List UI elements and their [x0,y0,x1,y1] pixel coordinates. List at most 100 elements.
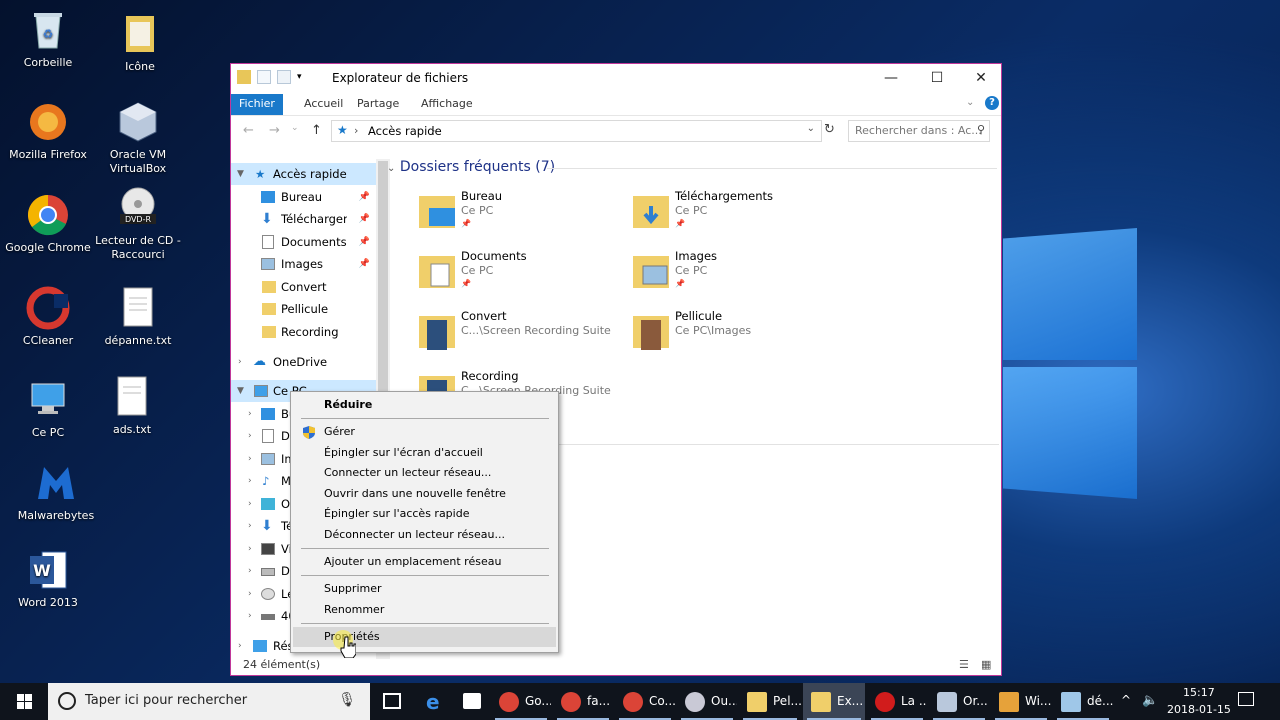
taskbar-app-outlook[interactable]: Ou... [677,683,737,720]
nav-onedrive[interactable]: › ☁ OneDrive [231,351,376,373]
nav-item-pellicule[interactable]: Pellicule [231,298,376,320]
folder-name: Images [675,249,718,263]
new-folder-icon[interactable] [277,70,291,84]
back-icon[interactable]: ← [243,123,254,138]
desktop-icon-depanne-txt[interactable]: dépanne.txt [92,286,184,348]
star-icon: ★ [337,123,348,137]
forward-icon[interactable]: → [269,123,280,138]
desktop-icon-word[interactable]: W Word 2013 [2,548,94,610]
folder-tile-pellicule[interactable]: Pellicule Ce PC\Images [633,309,847,365]
help-icon[interactable]: ? [985,96,999,110]
start-button[interactable] [0,683,48,720]
folder-tile-documents[interactable]: Documents Ce PC 📌 [419,249,633,305]
menu-item-add-network-location[interactable]: Ajouter un emplacement réseau [291,552,558,572]
chevron-right-icon[interactable]: › [238,351,242,373]
menu-item-reduire[interactable]: Réduire [291,395,558,415]
nav-item-documents[interactable]: Documents 📌 [231,231,376,253]
minimize-button[interactable]: — [869,64,913,92]
expand-ribbon-icon[interactable]: ⌄ [966,97,974,108]
nav-quick-access[interactable]: ▼ ★ Accès rapide [231,163,376,185]
notepad-icon [1061,692,1081,712]
search-placeholder: Taper ici pour rechercher [85,693,248,708]
chevron-down-icon: ⌄ [387,163,396,174]
edge-icon[interactable]: e [426,690,440,714]
menu-item-open-new-window[interactable]: Ouvrir dans une nouvelle fenêtre [291,484,558,504]
tab-accueil[interactable]: Accueil [296,94,351,115]
taskbar-app-chrome-1[interactable]: Go... [491,683,551,720]
title-bar[interactable]: ▾ Explorateur de fichiers — ☐ ✕ [231,64,1001,92]
pin-icon: 📌 [675,279,685,288]
svg-text:W: W [33,561,51,580]
menu-item-pin-start[interactable]: Épingler sur l'écran d'accueil [291,443,558,463]
chevron-down-icon[interactable]: ▾ [297,70,311,84]
clock-date[interactable]: 2018-01-15 [1167,703,1231,716]
tab-affichage[interactable]: Affichage [413,94,481,115]
clock-time[interactable]: 15:17 [1183,686,1215,699]
tiles-view-icon[interactable]: ▦ [981,658,991,671]
notification-icon[interactable] [1238,692,1254,706]
desktop-icon-ccleaner[interactable]: CCleaner [2,286,94,348]
menu-item-rename[interactable]: Renommer [291,600,558,620]
menu-item-delete[interactable]: Supprimer [291,579,558,599]
taskbar-app-windows[interactable]: Wi... [991,683,1051,720]
chevron-up-icon[interactable]: ^ [1121,693,1131,707]
nav-item-images[interactable]: Images 📌 [231,253,376,275]
menu-item-pin-quick-access[interactable]: Épingler sur l'accès rapide [291,504,558,524]
taskbar-search[interactable]: Taper ici pour rechercher 🎙 [48,683,370,720]
nav-item-recording[interactable]: Recording [231,321,376,343]
maximize-button[interactable]: ☐ [915,64,959,92]
taskbar-app-explorer[interactable]: Ex... [803,683,865,720]
task-view-icon[interactable] [383,693,401,709]
tab-fichier[interactable]: Fichier [231,94,283,115]
microphone-icon[interactable]: 🎙 [338,692,356,708]
folder-tile-telechargements[interactable]: Téléchargements Ce PC 📌 [633,189,847,245]
menu-separator [301,418,549,419]
refresh-icon[interactable]: ↻ [824,122,835,137]
desktop-icon-cd-drive[interactable]: DVD-R Lecteur de CD - Raccourci [92,186,184,262]
details-view-icon[interactable]: ☰ [959,658,969,671]
recent-chevron-icon[interactable]: ⌄ [291,123,299,133]
document-icon [262,235,274,249]
volume-icon[interactable]: 🔈 [1142,693,1158,708]
tab-partage[interactable]: Partage [349,94,407,115]
download-icon: ⬇ [261,518,273,534]
picture-icon [261,453,275,465]
menu-item-gerer[interactable]: Gérer [291,422,558,442]
taskbar-app-virtualbox[interactable]: Or... [929,683,989,720]
close-button[interactable]: ✕ [959,64,1003,92]
address-bar[interactable]: ★ › Accès rapide › ⌄ [331,120,822,142]
desktop-icon-firefox[interactable]: Mozilla Firefox [2,100,94,162]
desktop-icon-chrome[interactable]: Google Chrome [2,193,94,255]
desktop-icon-folder[interactable]: Icône [94,12,186,74]
up-icon[interactable]: ↑ [311,123,322,138]
chevron-down-icon[interactable]: ⌄ [807,123,815,134]
taskbar-app-chrome-3[interactable]: Co... [615,683,675,720]
taskbar-app-notepad[interactable]: dé... [1053,683,1113,720]
nav-item-telechargements[interactable]: ⬇ Téléchargements 📌 [231,208,376,230]
navigation-bar: ← → ⌄ ↑ ★ › Accès rapide › ⌄ ↻ Recherche… [231,117,1001,145]
picture-icon [261,258,275,270]
folder-tile-convert[interactable]: Convert C...\Screen Recording Suite [419,309,633,365]
properties-icon[interactable] [257,70,271,84]
group-header[interactable]: ⌄ Dossiers fréquents (7) [387,159,997,175]
taskbar-app-opera[interactable]: La ... [867,683,927,720]
desktop-icon-ads-txt[interactable]: ads.txt [86,375,178,437]
desktop-icon-this-pc[interactable]: Ce PC [2,378,94,440]
nav-item-bureau[interactable]: Bureau 📌 [231,186,376,208]
taskbar-app-pellicule[interactable]: Pel... [739,683,801,720]
desktop-icon-malwarebytes[interactable]: Malwarebytes [10,461,102,523]
taskbar-app-chrome-2[interactable]: fa... [553,683,613,720]
store-icon[interactable] [463,693,481,709]
search-input[interactable]: Rechercher dans : Ac... ⚲ [848,120,990,142]
desktop-icon-recycle-bin[interactable]: ♻ Corbeille [2,8,94,70]
nav-item-convert[interactable]: Convert [231,276,376,298]
folder-tile-images[interactable]: Images Ce PC 📌 [633,249,847,305]
document-icon [262,429,274,443]
desktop-icon-virtualbox[interactable]: Oracle VM VirtualBox [92,100,184,176]
menu-item-map-network-drive[interactable]: Connecter un lecteur réseau... [291,463,558,483]
chevron-down-icon[interactable]: ▼ [237,163,244,185]
menu-item-disconnect-network-drive[interactable]: Déconnecter un lecteur réseau... [291,525,558,545]
chevron-down-icon[interactable]: ▼ [237,380,244,402]
status-bar-count: 24 élément(s) [243,658,321,671]
folder-tile-bureau[interactable]: Bureau Ce PC 📌 [419,189,633,245]
